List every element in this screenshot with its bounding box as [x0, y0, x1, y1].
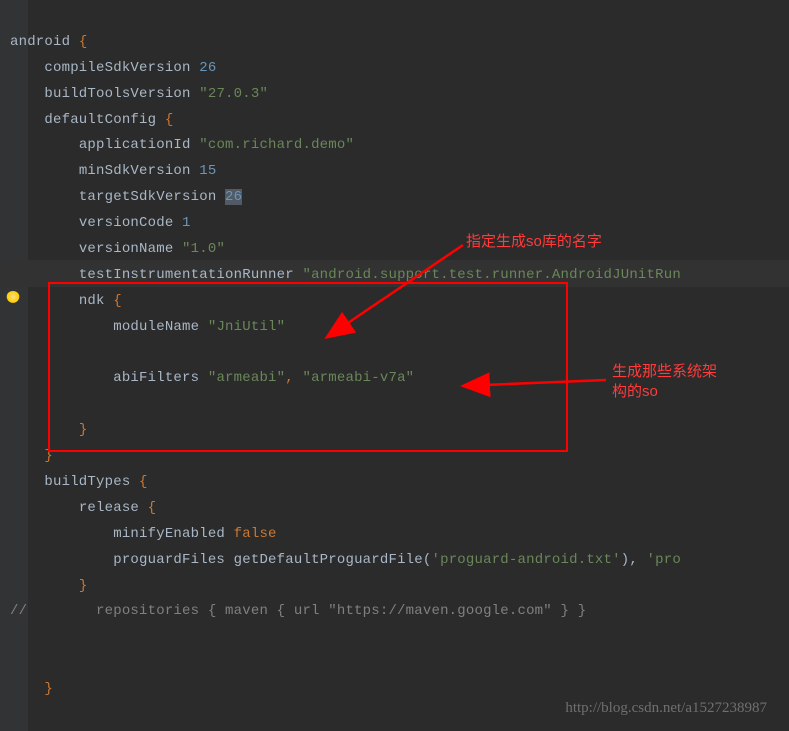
- kw-android: android: [10, 34, 70, 50]
- annotation-1: 指定生成so库的名字: [466, 228, 602, 256]
- code-block: android { compileSdkVersion 26 buildTool…: [0, 0, 681, 703]
- watermark: http://blog.csdn.net/a1527238987: [565, 695, 767, 723]
- annotation-2: 生成那些系统架 构的so: [612, 362, 717, 401]
